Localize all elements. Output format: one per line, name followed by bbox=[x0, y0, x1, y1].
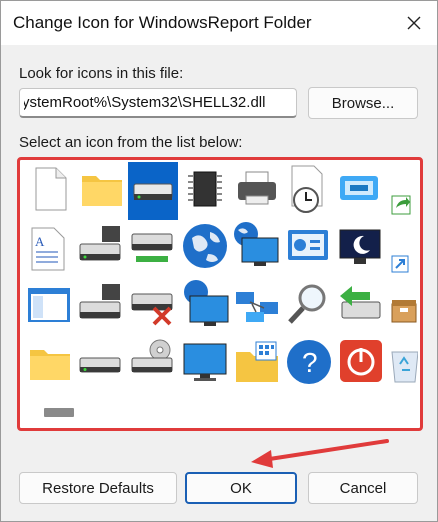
control-panel-icon[interactable] bbox=[288, 230, 328, 260]
printer-icon[interactable] bbox=[238, 171, 276, 205]
help-icon[interactable]: ? bbox=[287, 340, 331, 384]
file-path-field[interactable] bbox=[19, 88, 297, 118]
disconnected-drive-icon[interactable] bbox=[131, 293, 173, 326]
title-bar: Change Icon for WindowsReport Folder bbox=[1, 1, 437, 45]
window-title: Change Icon for WindowsReport Folder bbox=[13, 13, 312, 32]
network-drive-icon[interactable] bbox=[131, 233, 173, 262]
text-document-icon[interactable]: A bbox=[31, 227, 65, 271]
globe-icon[interactable] bbox=[183, 224, 227, 268]
monitor-icon[interactable] bbox=[183, 343, 227, 381]
sleep-monitor-icon[interactable] bbox=[339, 229, 381, 264]
globe-monitor-icon[interactable] bbox=[184, 280, 229, 326]
select-icon-label: Select an icon from the list below: bbox=[19, 134, 243, 151]
horizontal-scrollbar-thumb[interactable] bbox=[44, 408, 74, 417]
svg-text:A: A bbox=[35, 234, 45, 249]
drive-floppy-icon[interactable] bbox=[79, 284, 121, 319]
power-icon[interactable] bbox=[340, 340, 382, 382]
shortcut-arrow-icon[interactable] bbox=[391, 195, 411, 215]
package-icon[interactable] bbox=[391, 300, 417, 323]
window-icon[interactable] bbox=[340, 176, 378, 200]
icon-list[interactable]: A ? bbox=[17, 157, 423, 431]
network-connection-icon[interactable] bbox=[236, 292, 278, 322]
network-globe-monitor-icon[interactable] bbox=[234, 222, 279, 266]
folder-grid-icon[interactable] bbox=[236, 341, 278, 382]
search-magnifier-icon[interactable] bbox=[288, 284, 326, 324]
cancel-button[interactable]: Cancel bbox=[308, 472, 418, 504]
blank-document-icon[interactable] bbox=[35, 167, 67, 211]
green-arrow-drive-icon[interactable] bbox=[340, 286, 381, 319]
close-button[interactable] bbox=[391, 1, 437, 45]
change-icon-dialog: Change Icon for WindowsReport Folder Loo… bbox=[0, 0, 438, 522]
close-icon bbox=[407, 16, 421, 30]
memory-chip-icon[interactable] bbox=[188, 171, 222, 207]
application-window-icon[interactable] bbox=[28, 288, 70, 322]
icon-grid: A ? bbox=[28, 162, 418, 384]
shortcut-arrow-small-icon[interactable] bbox=[391, 255, 409, 273]
recycle-bin-icon[interactable] bbox=[391, 351, 418, 383]
drive-icon-selected[interactable] bbox=[128, 162, 178, 220]
restore-defaults-button[interactable]: Restore Defaults bbox=[19, 472, 177, 504]
drive-icon-2[interactable] bbox=[79, 357, 121, 373]
browse-button[interactable]: Browse... bbox=[308, 87, 418, 119]
file-path-input[interactable] bbox=[20, 89, 296, 116]
folder-icon[interactable] bbox=[82, 176, 122, 206]
look-for-label: Look for icons in this file: bbox=[19, 65, 184, 82]
dialog-body: Look for icons in this file: Browse... S… bbox=[1, 45, 437, 521]
ok-button[interactable]: OK bbox=[185, 472, 297, 504]
svg-text:?: ? bbox=[302, 347, 318, 378]
clock-document-icon[interactable] bbox=[291, 165, 323, 213]
cd-drive-icon[interactable] bbox=[131, 339, 173, 373]
drive-with-floppy-icon[interactable] bbox=[79, 226, 121, 261]
folder-icon-2[interactable] bbox=[30, 350, 70, 380]
